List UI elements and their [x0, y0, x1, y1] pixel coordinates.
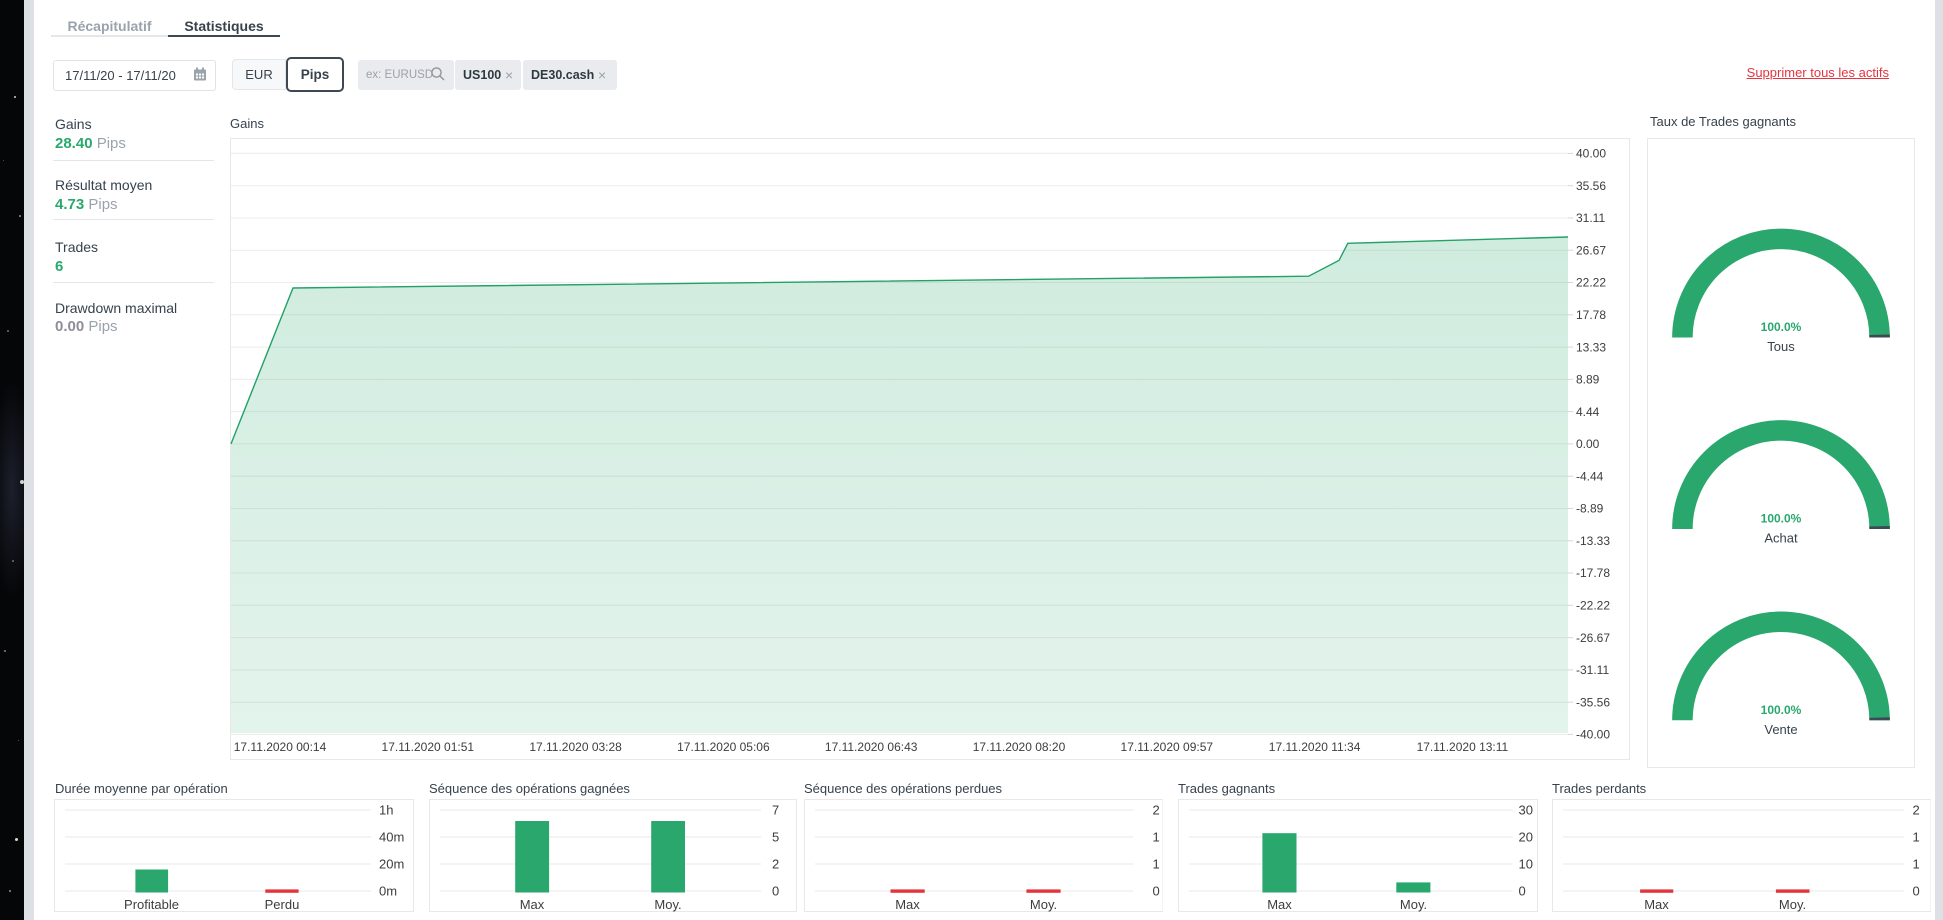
svg-text:10: 10: [1518, 857, 1532, 872]
svg-text:0: 0: [772, 884, 779, 899]
svg-text:17.11.2020 00:14: 17.11.2020 00:14: [234, 740, 327, 754]
svg-text:2: 2: [1152, 803, 1159, 818]
svg-text:17.11.2020 05:06: 17.11.2020 05:06: [677, 740, 770, 754]
svg-text:Tous: Tous: [1767, 339, 1795, 354]
svg-text:-35.56: -35.56: [1576, 695, 1610, 709]
svg-text:Max: Max: [520, 897, 545, 912]
svg-text:-17.78: -17.78: [1576, 566, 1610, 580]
svg-text:0.00: 0.00: [1576, 437, 1600, 451]
svg-text:Max: Max: [1644, 897, 1669, 912]
svg-text:Perdu: Perdu: [265, 897, 300, 912]
svg-text:Vente: Vente: [1764, 722, 1797, 737]
svg-text:Moy.: Moy.: [1399, 897, 1426, 912]
svg-text:-31.11: -31.11: [1576, 663, 1609, 677]
svg-text:0: 0: [1152, 884, 1159, 899]
svg-text:17.11.2020 08:20: 17.11.2020 08:20: [973, 740, 1066, 754]
svg-text:Achat: Achat: [1764, 531, 1798, 546]
svg-text:20m: 20m: [379, 857, 404, 872]
svg-text:40.00: 40.00: [1576, 147, 1606, 161]
svg-text:-8.89: -8.89: [1576, 502, 1604, 516]
svg-text:8.89: 8.89: [1576, 373, 1600, 387]
svg-text:-26.67: -26.67: [1576, 631, 1610, 645]
svg-text:17.11.2020 09:57: 17.11.2020 09:57: [1121, 740, 1214, 754]
svg-text:40m: 40m: [379, 830, 404, 845]
svg-text:1: 1: [1152, 830, 1159, 845]
svg-text:100.0%: 100.0%: [1761, 320, 1802, 334]
svg-text:2: 2: [1912, 803, 1919, 818]
svg-text:17.11.2020 13:11: 17.11.2020 13:11: [1417, 740, 1509, 754]
svg-text:17.11.2020 03:28: 17.11.2020 03:28: [529, 740, 622, 754]
svg-text:4.44: 4.44: [1576, 405, 1600, 419]
svg-text:5: 5: [772, 830, 779, 845]
svg-text:17.78: 17.78: [1576, 308, 1606, 322]
svg-text:Moy.: Moy.: [1778, 897, 1805, 912]
svg-text:30: 30: [1518, 803, 1532, 818]
svg-text:22.22: 22.22: [1576, 276, 1606, 290]
svg-text:Max: Max: [895, 897, 920, 912]
svg-text:Moy.: Moy.: [1029, 897, 1056, 912]
svg-text:100.0%: 100.0%: [1761, 703, 1802, 717]
svg-text:31.11: 31.11: [1576, 211, 1605, 225]
svg-text:0: 0: [1518, 884, 1525, 899]
svg-text:-40.00: -40.00: [1576, 728, 1610, 742]
svg-text:-13.33: -13.33: [1576, 534, 1610, 548]
svg-text:1h: 1h: [379, 803, 393, 818]
svg-text:17.11.2020 01:51: 17.11.2020 01:51: [382, 740, 475, 754]
svg-text:-22.22: -22.22: [1576, 599, 1610, 613]
svg-text:26.67: 26.67: [1576, 243, 1606, 257]
svg-text:0m: 0m: [379, 884, 397, 899]
svg-text:0: 0: [1912, 884, 1919, 899]
svg-text:1: 1: [1912, 857, 1919, 872]
svg-text:100.0%: 100.0%: [1761, 512, 1802, 526]
svg-text:20: 20: [1518, 830, 1532, 845]
svg-text:1: 1: [1912, 830, 1919, 845]
svg-text:2: 2: [772, 857, 779, 872]
svg-text:Profitable: Profitable: [124, 897, 179, 912]
svg-text:35.56: 35.56: [1576, 179, 1606, 193]
svg-text:13.33: 13.33: [1576, 340, 1606, 354]
svg-text:17.11.2020 06:43: 17.11.2020 06:43: [825, 740, 918, 754]
svg-text:Max: Max: [1267, 897, 1292, 912]
svg-text:Moy.: Moy.: [654, 897, 681, 912]
svg-text:7: 7: [772, 803, 779, 818]
svg-text:17.11.2020 11:34: 17.11.2020 11:34: [1269, 740, 1361, 754]
svg-text:1: 1: [1152, 857, 1159, 872]
svg-text:-4.44: -4.44: [1576, 469, 1604, 483]
